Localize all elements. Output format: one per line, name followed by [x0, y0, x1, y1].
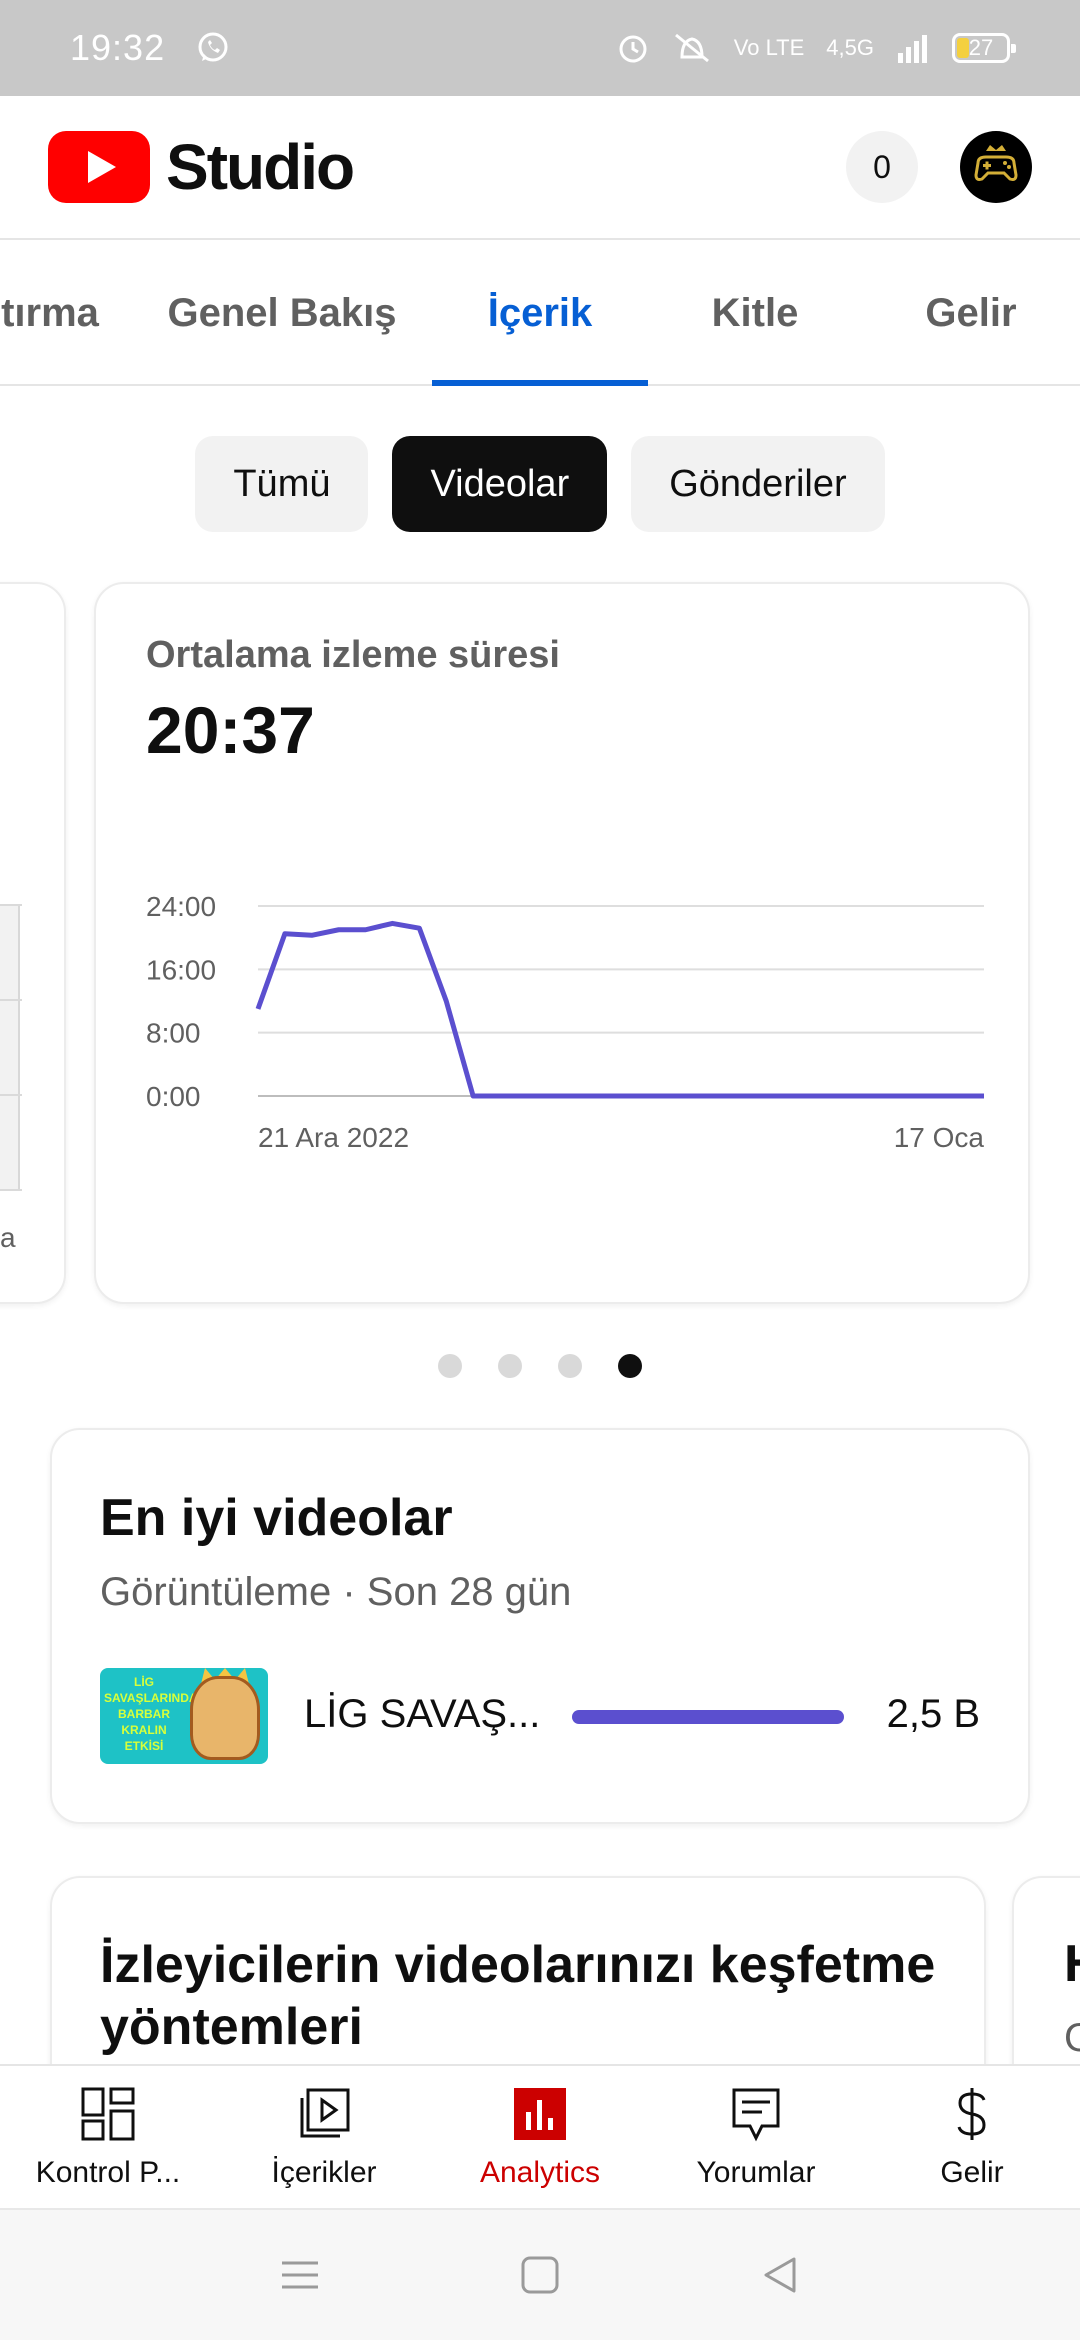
previous-chart-area [0, 904, 20, 1189]
next-card[interactable]: H G [1012, 1876, 1080, 2076]
pagination-dot[interactable] [438, 1354, 462, 1378]
gridline [0, 1189, 22, 1191]
nav-dashboard[interactable]: Kontrol P... [0, 2066, 216, 2210]
avatar[interactable] [960, 131, 1032, 203]
top-videos-title: En iyi videolar [100, 1489, 453, 1547]
nav-label: Analytics [479, 2156, 601, 2189]
dollar-icon [957, 2088, 986, 2140]
top-videos-card: En iyi videolar Görüntüleme · Son 28 gün… [50, 1428, 1030, 1824]
nav-analytics[interactable]: Analytics [432, 2066, 648, 2210]
chip-tumu[interactable]: Tümü [195, 436, 369, 532]
next-card-subtitle: G [1064, 2016, 1080, 2061]
tab-icerik[interactable]: İçerik [432, 242, 648, 384]
tab-karsilastirma[interactable]: tırma [0, 242, 120, 384]
discovery-card[interactable]: İzleyicilerin videolarınızı keşfetme yön… [50, 1876, 986, 2076]
thumbnail-text: LİG SAVAŞLARINDA BARBAR KRALIN ETKİSİ [104, 1675, 198, 1753]
nav-label: Gelir [940, 2156, 1004, 2189]
alarm-icon [619, 35, 647, 63]
gridline [0, 904, 22, 906]
video-thumbnail[interactable]: LİG SAVAŞLARINDA BARBAR KRALIN ETKİSİ [100, 1668, 268, 1764]
mute-icon [674, 33, 709, 63]
next-card-title: H [1064, 1934, 1080, 1994]
content-icon [300, 2088, 350, 2138]
gridline [0, 1094, 22, 1096]
bottom-navigation: Kontrol P... İçerikler Analytics Yorumla… [0, 2064, 1080, 2208]
nav-label: Yorumlar [696, 2156, 816, 2189]
barbarian-king-image [190, 1676, 260, 1760]
pagination-dot[interactable] [558, 1354, 582, 1378]
gamepad-crown-icon [974, 145, 1018, 181]
notification-count: 0 [873, 148, 891, 185]
tab-kitle[interactable]: Kitle [680, 242, 830, 384]
tab-genel-bakis[interactable]: Genel Bakış [146, 242, 418, 384]
notification-button[interactable]: 0 [846, 131, 918, 203]
app-header: Studio 0 [0, 96, 1080, 240]
analytics-icon [514, 2088, 566, 2140]
y-tick-label: 0:00 [146, 1081, 201, 1112]
pagination-dot[interactable] [498, 1354, 522, 1378]
watch-time-chart: 24:00 16:00 8:00 0:00 21 Ara 2022 17 Oca [146, 891, 985, 1153]
pagination-dot-active[interactable] [618, 1354, 642, 1378]
y-tick-label: 16:00 [146, 954, 216, 985]
system-navigation-bar [0, 2208, 1080, 2340]
status-time: 19:32 [70, 27, 166, 68]
studio-logo[interactable]: Studio [48, 130, 355, 204]
nav-content[interactable]: İçerikler [216, 2066, 432, 2210]
previous-axis-label: a [0, 1222, 16, 1253]
nav-comments[interactable]: Yorumlar [648, 2066, 864, 2210]
volte-indicator: Vo LTE [733, 35, 805, 60]
battery-icon: 27 [952, 33, 1016, 63]
chip-gonderiler[interactable]: Gönderiler [631, 436, 885, 532]
youtube-logo-icon [48, 131, 150, 203]
analytics-tabs: tırma Genel Bakış İçerik Kitle Gelir [0, 242, 1080, 386]
x-tick-label: 21 Ara 2022 [258, 1122, 409, 1153]
video-title[interactable]: LİG SAVAŞ... [304, 1692, 540, 1737]
carousel-pagination [0, 1354, 1080, 1378]
nav-label: Kontrol P... [35, 2156, 181, 2189]
home-icon[interactable] [520, 2255, 560, 2295]
discovery-title: İzleyicilerin videolarınızı keşfetme yön… [100, 1936, 936, 2056]
status-bar: 19:32 Vo LTE 4,5G 27 [0, 0, 1080, 96]
network-indicator: 4,5G [826, 35, 874, 60]
y-tick-label: 24:00 [146, 891, 216, 922]
comments-icon [732, 2088, 780, 2142]
y-tick-label: 8:00 [146, 1018, 201, 1049]
active-tab-indicator [432, 380, 648, 386]
x-tick-label: 17 Oca [894, 1122, 985, 1153]
nav-label: İçerikler [271, 2156, 377, 2189]
chip-videolar[interactable]: Videolar [392, 436, 608, 532]
previous-metric-card[interactable]: a [0, 582, 66, 1304]
gridline [0, 999, 22, 1001]
app-title: Studio [166, 131, 355, 203]
series-line [255, 920, 984, 1099]
menu-icon[interactable] [280, 2255, 320, 2295]
top-videos-subtitle: Görüntüleme · Son 28 gün [100, 1570, 572, 1614]
video-views-value: 2,5 B [886, 1692, 980, 1736]
whatsapp-icon [198, 32, 228, 62]
content-filter-chips: Tümü Videolar Gönderiler [0, 436, 1080, 532]
dashboard-icon [81, 2087, 135, 2141]
metric-chart-card[interactable]: Ortalama izleme süresi 20:37 24:00 16:00 8… [94, 582, 1030, 1304]
signal-icon [898, 35, 927, 63]
video-views-bar [572, 1710, 844, 1724]
nav-revenue[interactable]: Gelir [864, 2066, 1080, 2210]
back-icon[interactable] [760, 2255, 800, 2295]
tab-gelir[interactable]: Gelir [900, 242, 1042, 384]
